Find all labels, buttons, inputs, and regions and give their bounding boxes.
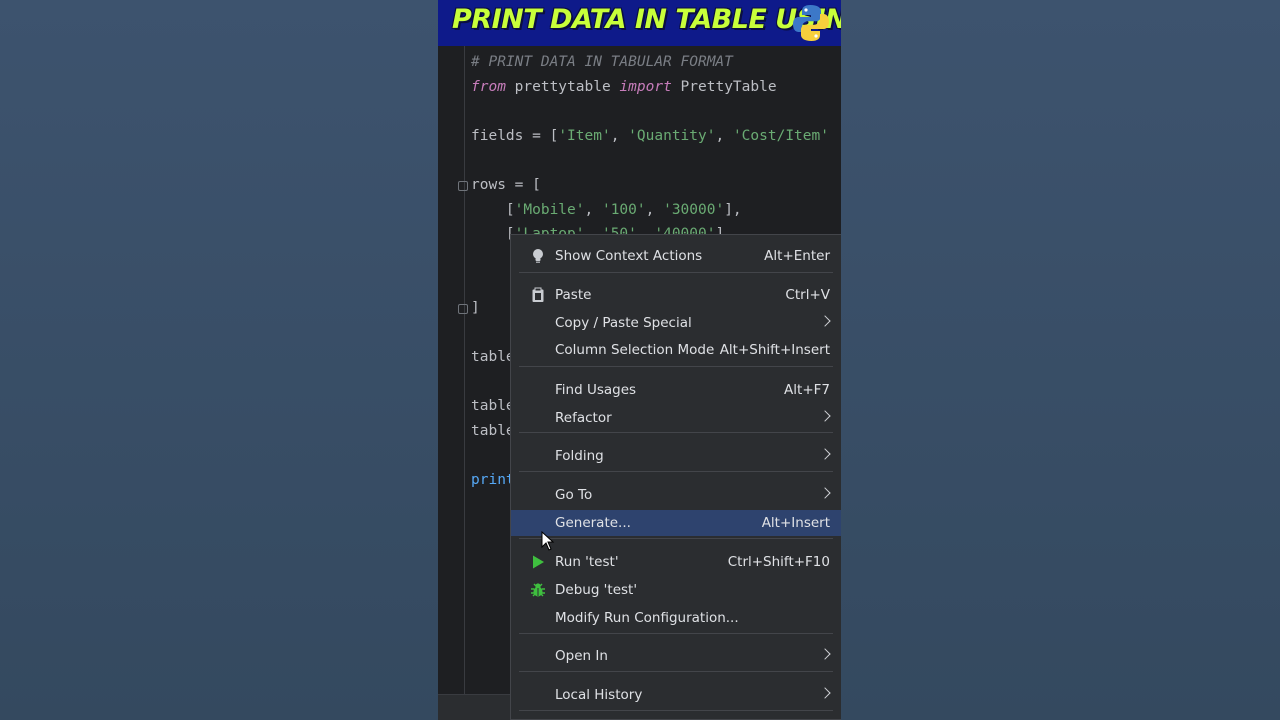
code-token: ] (471, 300, 480, 316)
menu-item-copy-paste-special[interactable]: Copy / Paste Special (511, 310, 841, 336)
background-left (0, 0, 438, 720)
code-token: , (584, 201, 602, 218)
python-logo-icon (793, 5, 829, 41)
menu-item-label: Paste (555, 287, 592, 303)
code-token: from (471, 78, 506, 95)
menu-separator (519, 432, 833, 433)
menu-item-shortcut: Alt+Insert (761, 515, 830, 531)
menu-separator (519, 538, 833, 539)
menu-item-shortcut: Alt+Enter (764, 248, 830, 264)
title-banner: PRINT DATA IN TABLE USING (438, 0, 841, 46)
menu-item-shortcut: Alt+F7 (784, 382, 830, 398)
menu-item-open-in[interactable]: Open In (511, 643, 841, 669)
menu-item-label: Local History (555, 687, 643, 703)
code-line: rows = [ (471, 173, 541, 197)
background-right (841, 0, 1280, 720)
menu-item-shortcut: Ctrl+V (785, 287, 830, 303)
code-token: table (471, 349, 515, 366)
code-token: rows = [ (471, 177, 541, 193)
menu-item-column-selection-mode[interactable]: Column Selection Mode Alt+Shift+Insert (511, 337, 841, 363)
code-token: '100' (601, 201, 646, 218)
menu-item-label: Copy / Paste Special (555, 315, 692, 331)
chevron-right-icon (819, 315, 831, 327)
chevron-right-icon (819, 648, 831, 660)
menu-separator (519, 710, 833, 711)
code-token: PrettyTable (671, 78, 777, 95)
menu-separator (519, 471, 833, 472)
code-line: # PRINT DATA IN TABULAR FORMAT (471, 50, 733, 74)
code-line: table (471, 345, 515, 369)
menu-item-debug-test[interactable]: Debug 'test' (511, 577, 841, 603)
menu-separator (519, 272, 833, 273)
chevron-right-icon (819, 448, 831, 460)
chevron-right-icon (819, 687, 831, 699)
menu-item-go-to[interactable]: Go To (511, 482, 841, 508)
code-token: , (645, 201, 664, 218)
menu-separator (519, 633, 833, 634)
code-token: prettytable (505, 78, 620, 95)
code-token: table (471, 423, 515, 439)
chevron-right-icon (819, 410, 831, 422)
code-line: ] (471, 296, 480, 320)
menu-item-label: Run 'test' (555, 554, 619, 570)
code-token: '30000' (663, 201, 725, 218)
code-token: fields = [ (471, 127, 559, 144)
code-line: print (471, 468, 515, 492)
code-token: 'Quantity' (628, 127, 716, 144)
menu-item-label: Refactor (555, 410, 612, 426)
menu-item-label: Show Context Actions (555, 248, 703, 264)
menu-item-generate[interactable]: Generate... Alt+Insert (511, 510, 841, 536)
code-token: # PRINT DATA IN TABULAR FORMAT (471, 54, 733, 70)
menu-item-local-history[interactable]: Local History (511, 682, 841, 708)
menu-item-label: Generate... (555, 515, 631, 531)
fold-marker-icon[interactable] (458, 181, 468, 191)
menu-item-find-usages[interactable]: Find Usages Alt+F7 (511, 377, 841, 403)
clipboard-icon (530, 287, 546, 303)
menu-separator (519, 671, 833, 672)
menu-item-shortcut: Ctrl+Shift+F10 (727, 554, 830, 570)
code-line: fields = ['Item', 'Quantity', 'Cost/Item… (471, 124, 829, 148)
banner-title: PRINT DATA IN TABLE USING (452, 4, 841, 35)
code-line: from prettytable import PrettyTable (471, 75, 777, 99)
code-line: ['Mobile', '100', '30000'], (471, 198, 742, 222)
code-token: [ (471, 226, 515, 243)
fold-marker-icon[interactable] (458, 304, 468, 314)
debug-bug-icon (530, 582, 546, 598)
menu-item-label: Debug 'test' (555, 582, 638, 598)
code-token: , (715, 127, 733, 144)
run-icon (530, 554, 546, 570)
code-token: print (471, 472, 515, 489)
code-token: 'Item' (558, 127, 611, 144)
code-token: ], (724, 201, 742, 218)
menu-item-label: Folding (555, 448, 604, 464)
code-token: [ (471, 201, 515, 218)
chevron-right-icon (819, 487, 831, 499)
code-token: 'Mobile' (514, 201, 585, 218)
menu-item-label: Find Usages (555, 382, 637, 398)
menu-item-shortcut: Alt+Shift+Insert (719, 342, 830, 358)
code-token: import (619, 78, 672, 95)
menu-item-show-context-actions[interactable]: Show Context Actions Alt+Enter (511, 243, 841, 269)
code-token: 'Cost/Item' (732, 127, 829, 144)
menu-item-modify-run-configuration[interactable]: Modify Run Configuration... (511, 605, 841, 631)
menu-item-label: Open In (555, 648, 608, 664)
lightbulb-icon (530, 248, 546, 264)
code-line: table (471, 419, 515, 443)
context-menu: Show Context Actions Alt+Enter Paste Ctrl+V… (510, 234, 841, 720)
code-line: table (471, 394, 515, 418)
menu-item-run-test[interactable]: Run 'test' Ctrl+Shift+F10 (511, 549, 841, 575)
menu-item-label: Modify Run Configuration... (555, 610, 739, 626)
gutter-indent-guide (464, 46, 465, 694)
menu-item-label: Go To (555, 487, 593, 503)
menu-item-refactor[interactable]: Refactor (511, 405, 841, 431)
menu-separator (519, 366, 833, 367)
menu-item-label: Column Selection Mode (555, 342, 715, 358)
code-token: , (610, 127, 629, 144)
code-token: table (471, 398, 515, 415)
menu-item-paste[interactable]: Paste Ctrl+V (511, 282, 841, 308)
mouse-cursor-icon (541, 531, 555, 551)
menu-item-folding[interactable]: Folding (511, 443, 841, 469)
